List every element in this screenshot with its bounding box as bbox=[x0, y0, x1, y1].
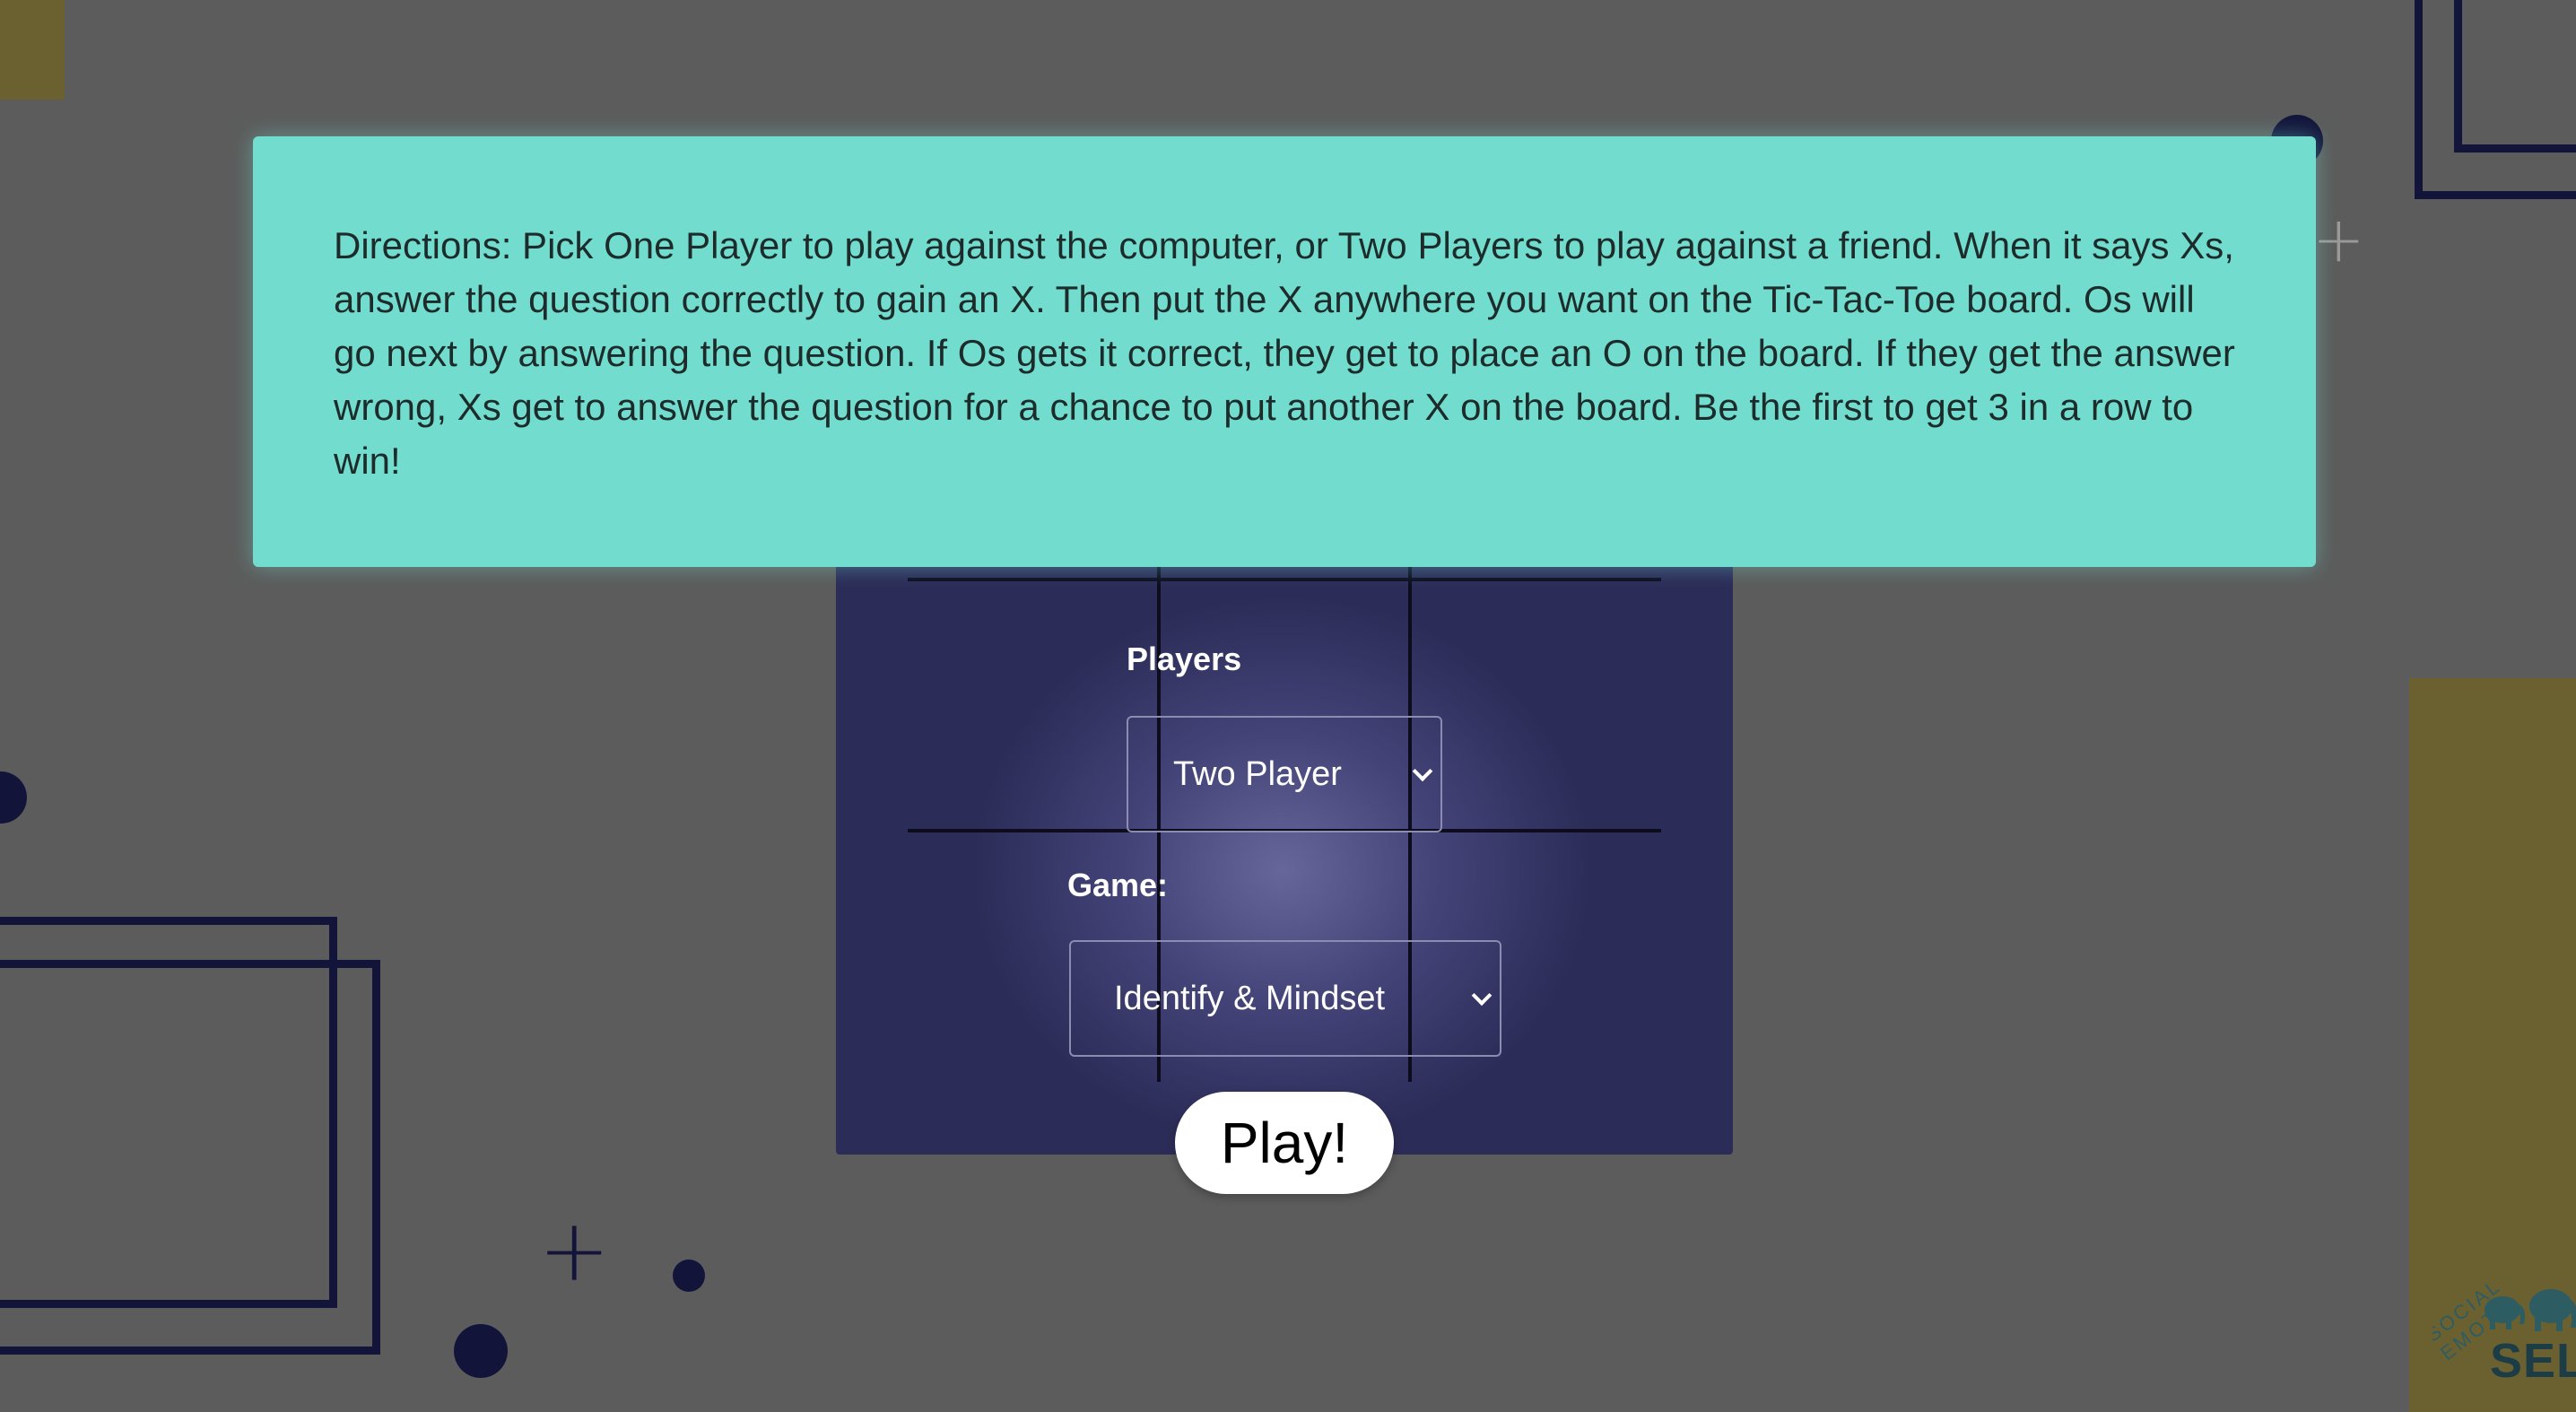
brand-logo: SOCIAL EMOT SELT bbox=[2432, 1166, 2576, 1412]
play-button[interactable]: Play! bbox=[1175, 1092, 1394, 1194]
directions-banner: Directions: Pick One Player to play agai… bbox=[253, 136, 2316, 567]
decor-dot-small-bottom bbox=[673, 1259, 705, 1292]
chevron-down-icon bbox=[1471, 985, 1493, 1007]
panel-glow bbox=[969, 592, 1597, 1148]
decor-dot-bottom-left bbox=[454, 1324, 508, 1378]
decor-dot-left bbox=[0, 771, 27, 824]
directions-text: Directions: Pick One Player to play agai… bbox=[334, 224, 2235, 482]
decor-frame-inner-top-right bbox=[2454, 0, 2576, 153]
logo-brand-text: SELT bbox=[2490, 1334, 2576, 1388]
chevron-down-icon bbox=[1412, 761, 1433, 782]
players-select-value: Two Player bbox=[1173, 754, 1342, 793]
game-select-value: Identify & Mindset bbox=[1114, 979, 1386, 1017]
game-select[interactable]: Identify & Mindset bbox=[1069, 940, 1501, 1057]
game-label: Game: bbox=[1067, 867, 1169, 903]
players-select[interactable]: Two Player bbox=[1127, 716, 1442, 832]
decor-plus-icon-bottom-left: + bbox=[538, 1200, 611, 1301]
decor-yellow-block-top-left bbox=[0, 0, 65, 100]
decor-frame-outer-bottom-left bbox=[0, 960, 380, 1355]
elephant-icon bbox=[2485, 1289, 2576, 1331]
players-label: Players bbox=[1127, 641, 1242, 677]
board-grid-line-h1 bbox=[908, 578, 1661, 581]
decor-plus-icon-top-right: + bbox=[2312, 203, 2365, 276]
